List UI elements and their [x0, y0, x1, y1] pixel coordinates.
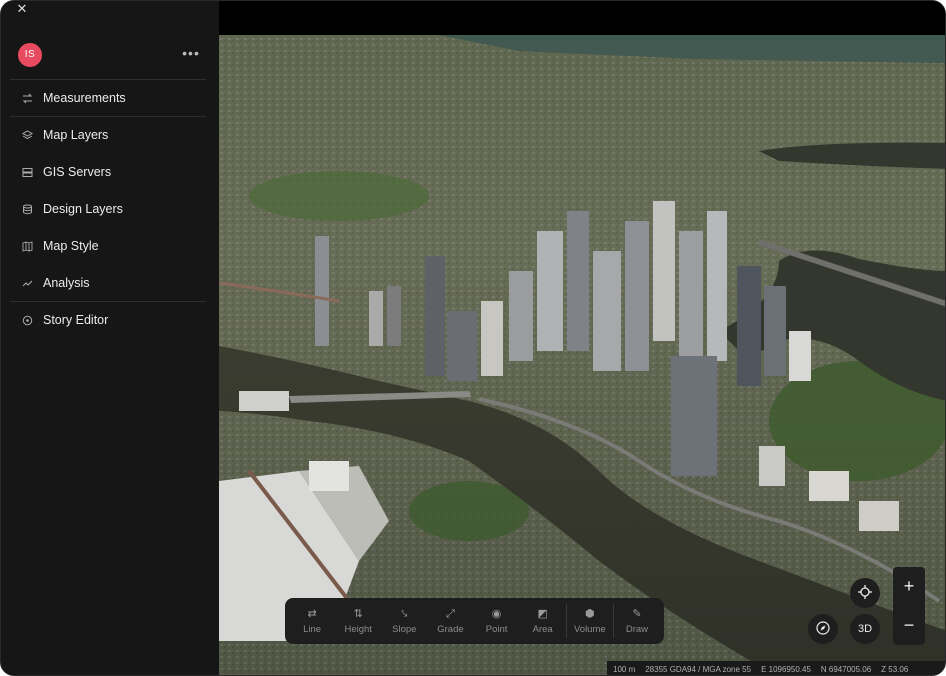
crosshair-icon [858, 584, 872, 602]
sidebar-item-gis-servers[interactable]: GIS Servers [10, 157, 206, 187]
map-icon [10, 240, 36, 252]
divider [10, 79, 206, 80]
sidebar-item-map-style[interactable]: Map Style [10, 231, 206, 261]
more-options-button[interactable]: ••• [181, 45, 201, 63]
trend-line-icon [10, 278, 36, 289]
tool-line-button[interactable]: ⇄ Line [289, 598, 335, 644]
crs-label: 28355 GDA94 / MGA zone 55 [645, 664, 752, 674]
tool-label: Area [532, 624, 553, 635]
compass-icon [816, 620, 830, 638]
server-icon [10, 167, 36, 178]
easting-value: E 1096950.45 [761, 664, 811, 674]
tool-grade-button[interactable]: ⤢ Grade [427, 598, 473, 644]
sidebar-item-measurements[interactable]: Measurements [10, 83, 206, 113]
coordinate-status-bar: 100 m 28355 GDA94 / MGA zone 55 E 109695… [607, 661, 945, 675]
tool-area-button[interactable]: ◩ Area [520, 598, 566, 644]
elevation-value: Z 53.06 [881, 664, 909, 674]
sidebar-item-label: Map Style [43, 239, 99, 253]
tool-label: Volume [573, 624, 606, 635]
tool-label: Height [344, 624, 372, 635]
locate-button[interactable] [850, 578, 880, 608]
sidebar-item-analysis[interactable]: Analysis [10, 268, 206, 298]
volume-icon: ⬢ [585, 608, 595, 620]
grade-icon: ⤢ [446, 608, 455, 620]
zoom-control: + − [893, 567, 925, 645]
sidebar-item-label: GIS Servers [43, 165, 112, 179]
sidebar-item-label: Story Editor [43, 313, 109, 327]
sidebar-item-label: Design Layers [43, 202, 123, 216]
avatar[interactable]: IS [18, 43, 42, 67]
point-icon: ◉ [491, 608, 502, 620]
sidebar-item-label: Map Layers [43, 128, 109, 142]
height-icon: ⇅ [353, 608, 363, 620]
tool-label: Point [485, 624, 508, 635]
zoom-in-button[interactable]: + [893, 567, 925, 606]
layers-icon [10, 129, 36, 141]
close-icon[interactable]: ✕ [13, 1, 31, 17]
tool-label: Line [303, 624, 322, 635]
compass-button[interactable] [808, 614, 838, 644]
line-icon: ⇄ [307, 608, 317, 620]
measurement-toolbar: ⇄ Line ⇅ Height ⤥ Slope ⤢ Grade ◉ Point … [285, 598, 664, 644]
sidebar-item-label: Measurements [43, 91, 126, 105]
area-icon: ◩ [537, 608, 548, 620]
swap-arrows-icon [10, 93, 36, 104]
sidebar-item-map-layers[interactable]: Map Layers [10, 120, 206, 150]
divider [10, 301, 206, 302]
database-icon [10, 204, 36, 215]
tool-label: Slope [392, 624, 417, 635]
city-3d-scene[interactable] [219, 1, 946, 676]
zoom-out-button[interactable]: − [893, 606, 925, 645]
map-viewport[interactable] [219, 1, 946, 676]
app-window: ✕ IS ••• Measurements Map Layers GIS Ser… [0, 0, 946, 676]
sidebar: ✕ IS ••• Measurements Map Layers GIS Ser… [1, 1, 219, 675]
tool-label: Grade [437, 624, 464, 635]
tool-draw-button[interactable]: ✎ Draw [614, 598, 660, 644]
divider [10, 116, 206, 117]
northing-value: N 6947005.06 [820, 664, 872, 674]
sidebar-item-story-editor[interactable]: Story Editor [10, 305, 206, 335]
scale-label: 100 m [613, 664, 636, 674]
tool-height-button[interactable]: ⇅ Height [335, 598, 381, 644]
tool-label: Draw [625, 624, 649, 635]
slope-icon: ⤥ [401, 608, 408, 620]
tool-volume-button[interactable]: ⬢ Volume [567, 598, 613, 644]
sidebar-item-design-layers[interactable]: Design Layers [10, 194, 206, 224]
story-icon [10, 315, 36, 326]
view-mode-toggle[interactable]: 3D [850, 614, 880, 644]
draw-icon: ✎ [632, 608, 642, 620]
tool-slope-button[interactable]: ⤥ Slope [381, 598, 427, 644]
sidebar-item-label: Analysis [43, 276, 90, 290]
tool-point-button[interactable]: ◉ Point [474, 598, 520, 644]
